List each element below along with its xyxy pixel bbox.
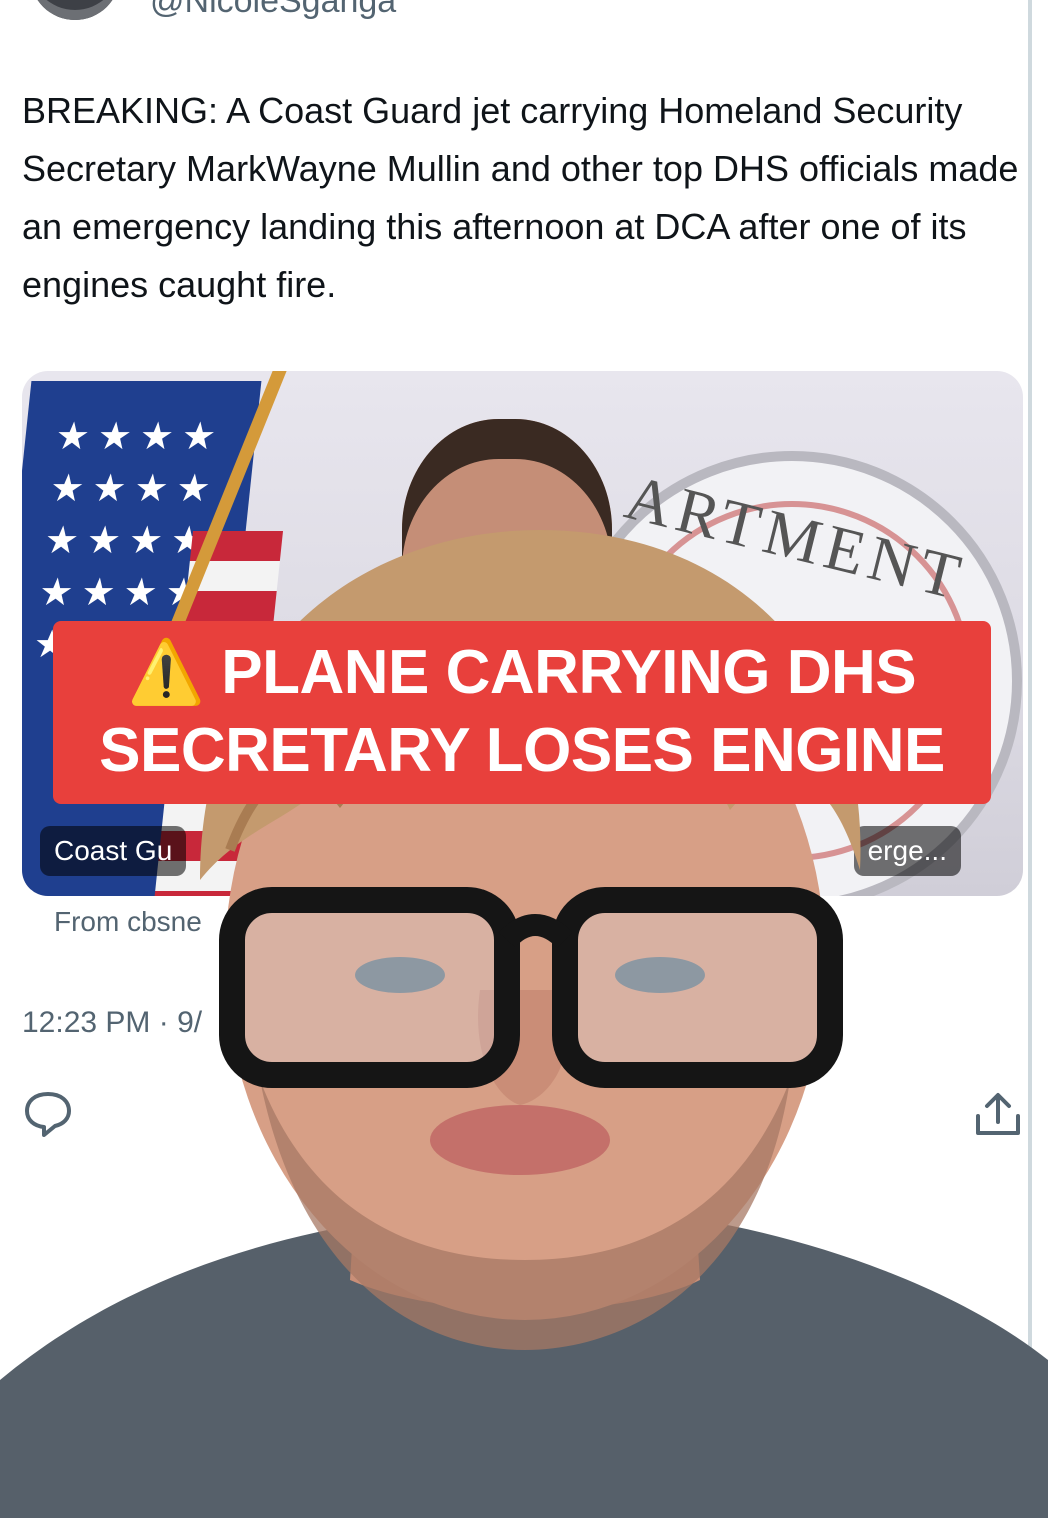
avatar[interactable] <box>30 0 120 20</box>
scrollbar[interactable] <box>1028 0 1032 1518</box>
overlay-line-1: ⚠️ PLANE CARRYING DHS <box>53 634 991 712</box>
reply-icon[interactable] <box>22 1088 74 1140</box>
media-caption: Coast Gu <box>40 826 187 876</box>
link-source[interactable]: From cbsne <box>54 906 202 938</box>
media-caption-continued: erge... <box>853 826 961 876</box>
overlay-line-2: SECRETARY LOSES ENGINE <box>99 716 945 785</box>
user-handle[interactable]: @NicoleSganga <box>150 0 396 21</box>
tweet-text: BREAKING: A Coast Guard jet carrying Hom… <box>22 90 1019 305</box>
tweet-timestamp[interactable]: 12:23 PM · 9/ <box>22 1006 202 1040</box>
overlay-line-1-text: PLANE CARRYING DHS <box>221 638 917 707</box>
overlay-headline: ⚠️ PLANE CARRYING DHS SECRETARY LOSES EN… <box>53 621 991 804</box>
share-icon[interactable] <box>972 1088 1024 1140</box>
warning-icon: ⚠️ <box>127 638 205 707</box>
